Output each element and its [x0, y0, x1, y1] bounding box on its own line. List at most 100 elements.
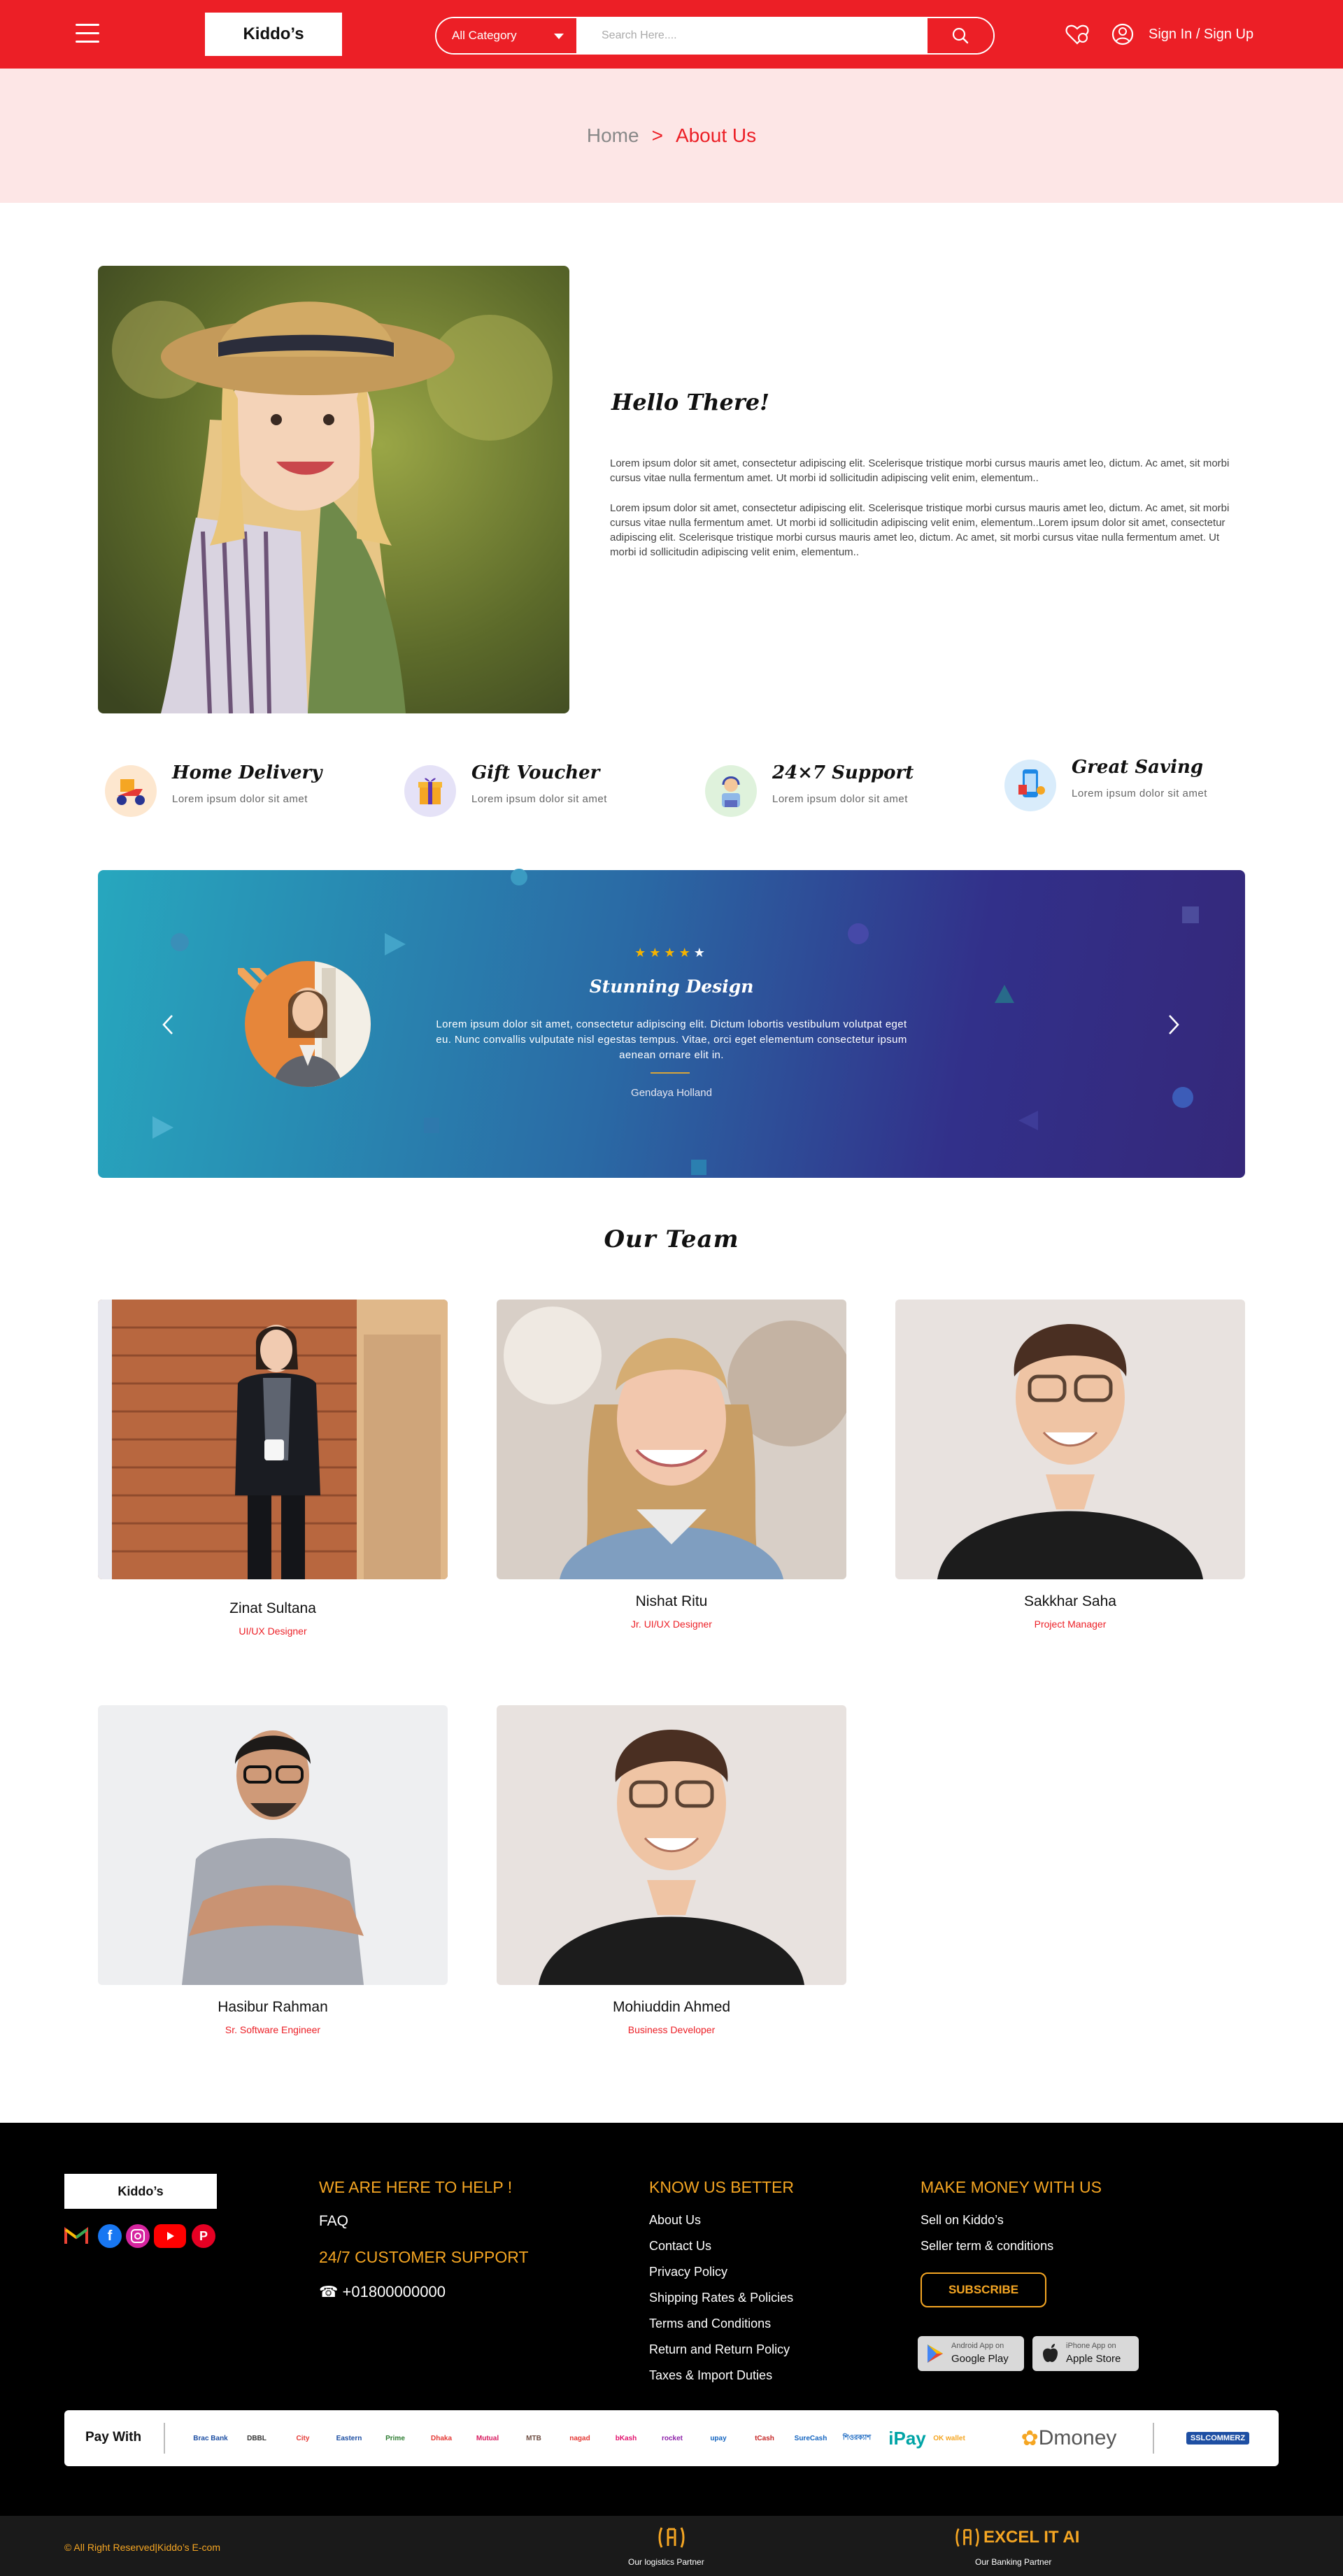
saving-phone-icon	[1004, 760, 1056, 811]
footer-money-heading: MAKE MONEY WITH US	[921, 2178, 1102, 2196]
google-play-icon	[928, 2344, 943, 2363]
testimonial-author: Gendaya Holland	[631, 1087, 712, 1099]
decor-square	[424, 1118, 439, 1133]
breadcrumb-separator: >	[651, 124, 663, 146]
footer-link-privacy[interactable]: Privacy Policy	[649, 2265, 727, 2279]
footer-link-seller-terms[interactable]: Seller term & conditions	[921, 2239, 1053, 2254]
pinterest-icon[interactable]: P	[192, 2224, 215, 2248]
feature-title: 24×7 Support	[772, 762, 914, 783]
team-member-role: Project Manager	[1034, 1618, 1107, 1630]
breadcrumb-home-link[interactable]: Home	[587, 124, 639, 146]
top-header: Kiddo’s All Category Sign In / Sign Up	[0, 0, 1343, 69]
subscribe-button[interactable]: SUBSCRIBE	[921, 2272, 1046, 2307]
instagram-icon[interactable]	[126, 2224, 150, 2248]
decor-square	[691, 1160, 706, 1175]
payment-logo: Prime	[385, 2434, 405, 2442]
search-input[interactable]	[578, 18, 928, 53]
feature-desc: Lorem ipsum dolor sit amet	[1072, 788, 1207, 799]
feature-title: Great Saving	[1072, 757, 1204, 778]
payment-logo: bKash	[615, 2434, 637, 2442]
payment-logo: nagad	[569, 2434, 590, 2442]
team-member-name: Mohiuddin Ahmed	[612, 1999, 731, 2015]
footer-link-contact[interactable]: Contact Us	[649, 2239, 711, 2254]
signin-link[interactable]: Sign In / Sign Up	[1149, 27, 1253, 43]
payment-logo: upay	[710, 2434, 727, 2442]
youtube-icon[interactable]	[154, 2224, 186, 2248]
payment-logo: OK wallet	[933, 2434, 965, 2442]
footer-link-taxes[interactable]: Taxes & Import Duties	[649, 2368, 772, 2383]
rating-stars: ★★★★★	[0, 946, 1343, 960]
google-play-big: Google Play	[951, 2353, 1009, 2365]
category-select[interactable]: All Category	[436, 18, 578, 53]
footer-phone[interactable]: ☎ +01800000000	[319, 2283, 446, 2301]
star-icon: ★	[634, 946, 650, 960]
sslcommerz-logo: SSLCOMMERZ	[1179, 2426, 1256, 2451]
star-icon: ★	[649, 946, 665, 960]
payment-logo: DBBL	[247, 2434, 267, 2442]
footer-link-about[interactable]: About Us	[649, 2213, 701, 2228]
star-icon: ★	[693, 946, 709, 960]
team-member-name: Hasibur Rahman	[218, 1999, 328, 2015]
about-heading: Hello There!	[611, 389, 770, 415]
team-member-role: Jr. UI/UX Designer	[631, 1618, 712, 1630]
star-icon: ★	[664, 946, 679, 960]
banking-partner-label: Our Banking Partner	[975, 2557, 1052, 2567]
menu-icon[interactable]	[76, 24, 99, 43]
category-select-label: All Category	[452, 29, 517, 42]
google-play-button[interactable]: Android App on Google Play	[918, 2336, 1024, 2371]
search-bar: All Category	[435, 17, 995, 55]
team-member-photo	[98, 1705, 448, 1985]
payment-logo: SureCash	[794, 2434, 827, 2442]
feature-desc: Lorem ipsum dolor sit amet	[471, 793, 607, 805]
footer-help-heading: WE ARE HERE TO HELP !	[319, 2178, 513, 2196]
team-member-role: Business Developer	[627, 2024, 716, 2035]
footer-link-shipping[interactable]: Shipping Rates & Policies	[649, 2291, 793, 2305]
gift-box-icon	[404, 765, 456, 817]
decor-circle	[511, 869, 527, 885]
gmail-icon[interactable]	[64, 2224, 88, 2248]
team-member-name: Sakkhar Saha	[1024, 1593, 1116, 1609]
team-member-photo	[497, 1705, 846, 1985]
testimonial-divider	[651, 1072, 690, 1074]
team-member-role: UI/UX Designer	[239, 1625, 307, 1637]
payment-logo: MTB	[526, 2434, 541, 2442]
footer-link-sell[interactable]: Sell on Kiddo’s	[921, 2213, 1004, 2228]
pay-with-label: Pay With	[85, 2430, 142, 2445]
team-member-name: Zinat Sultana	[229, 1600, 316, 1616]
banking-partner-logo: EXCEL IT AI	[954, 2525, 1079, 2550]
payment-logo: City	[296, 2434, 310, 2442]
team-heading: Our Team	[604, 1225, 739, 1253]
apple-icon	[1043, 2344, 1058, 2363]
carousel-next-button[interactable]	[1163, 1013, 1184, 1037]
feature-title: Gift Voucher	[471, 762, 600, 783]
payment-logo: Dhaka	[430, 2434, 452, 2442]
about-paragraph-2: Lorem ipsum dolor sit amet, consectetur …	[610, 502, 1230, 558]
payment-logo: Brac Bank	[193, 2434, 228, 2442]
site-logo[interactable]: Kiddo’s	[205, 13, 342, 56]
payment-logo: Mutual	[476, 2434, 499, 2442]
breadcrumb-banner: Home > About Us	[0, 69, 1343, 203]
apple-store-button[interactable]: iPhone App on Apple Store	[1032, 2336, 1139, 2371]
chevron-down-icon	[554, 34, 564, 39]
team-member-photo	[895, 1300, 1245, 1579]
chevron-right-icon	[1169, 1015, 1179, 1034]
footer-logo[interactable]: Kiddo’s	[64, 2174, 217, 2209]
copyright-text: © All Right Reserved|Kiddo’s E-com	[64, 2542, 221, 2553]
decor-triangle	[1018, 1111, 1038, 1130]
wishlist-icon[interactable]	[1065, 22, 1090, 46]
dmoney-logo: ✿ Dmoney	[1021, 2426, 1117, 2450]
footer-faq-link[interactable]: FAQ	[319, 2213, 348, 2230]
phone-icon: ☎	[319, 2283, 343, 2300]
footer-link-terms[interactable]: Terms and Conditions	[649, 2317, 771, 2331]
footer-link-return[interactable]: Return and Return Policy	[649, 2342, 790, 2357]
apple-store-big: Apple Store	[1066, 2353, 1121, 2365]
search-button[interactable]	[928, 18, 993, 53]
about-paragraph-1: Lorem ipsum dolor sit amet, consectetur …	[610, 457, 1230, 484]
user-account-icon[interactable]	[1111, 22, 1136, 46]
dmoney-label: Dmoney	[1038, 2426, 1117, 2449]
team-member-photo	[98, 1300, 448, 1579]
pay-divider	[1153, 2423, 1154, 2454]
carousel-prev-button[interactable]	[158, 1013, 179, 1037]
facebook-icon[interactable]: f	[98, 2224, 122, 2248]
testimonial-body: Lorem ipsum dolor sit amet, consectetur …	[436, 1018, 907, 1061]
